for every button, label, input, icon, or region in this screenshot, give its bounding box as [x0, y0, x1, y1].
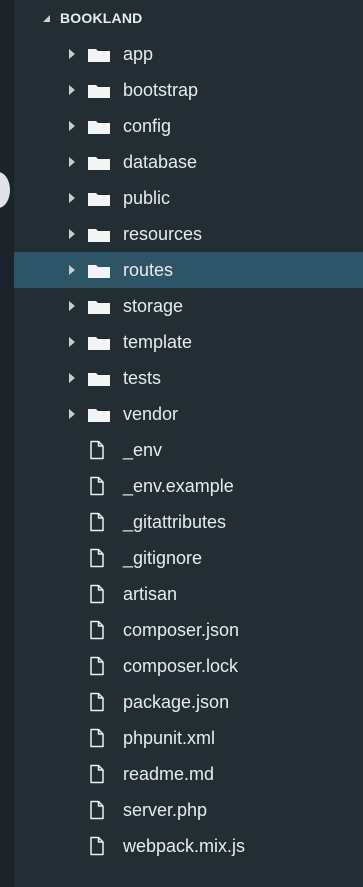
file-icon: [90, 476, 104, 496]
folder-label: public: [123, 188, 171, 208]
chevron-right-icon[interactable]: [69, 121, 75, 131]
folder-label: config: [123, 116, 172, 136]
chevron-right-icon[interactable]: [69, 337, 75, 347]
chevron-right-icon[interactable]: [69, 157, 75, 167]
file-row-artisan[interactable]: artisan: [14, 576, 363, 612]
file-label: composer.lock: [123, 656, 239, 676]
file-icon: [90, 800, 104, 820]
folder-row-resources[interactable]: resources: [14, 216, 363, 252]
file-icon: [90, 548, 104, 568]
file-label: package.json: [123, 692, 230, 712]
file-label: _gitattributes: [123, 512, 227, 532]
activity-bar-edge: [0, 0, 14, 887]
file-label: _env: [123, 440, 163, 460]
folder-label: vendor: [123, 404, 179, 424]
explorer-screen: BOOKLAND app bootstrap config database p…: [0, 0, 363, 887]
file-icon: [90, 656, 104, 676]
folder-icon: [88, 193, 110, 206]
folder-label: storage: [123, 296, 184, 316]
file-label: server.php: [123, 800, 208, 820]
file-icon: [90, 440, 104, 460]
folder-row-public[interactable]: public: [14, 180, 363, 216]
file-tree: app bootstrap config database public res…: [14, 36, 363, 864]
chevron-right-icon[interactable]: [69, 49, 75, 59]
folder-icon: [88, 49, 110, 62]
file-icon: [90, 692, 104, 712]
file-row-package-json[interactable]: package.json: [14, 684, 363, 720]
root-folder-label: BOOKLAND: [60, 10, 143, 26]
file-row-_env-example[interactable]: _env.example: [14, 468, 363, 504]
folder-row-app[interactable]: app: [14, 36, 363, 72]
folder-icon: [88, 121, 110, 134]
file-icon: [90, 620, 104, 640]
folder-row-database[interactable]: database: [14, 144, 363, 180]
chevron-right-icon[interactable]: [69, 301, 75, 311]
folder-icon: [88, 157, 110, 170]
chevron-right-icon[interactable]: [69, 85, 75, 95]
folder-label: resources: [123, 224, 203, 244]
file-icon: [90, 728, 104, 748]
folder-row-template[interactable]: template: [14, 324, 363, 360]
folder-label: bootstrap: [123, 80, 199, 100]
folder-row-tests[interactable]: tests: [14, 360, 363, 396]
file-icon: [90, 584, 104, 604]
chevron-right-icon[interactable]: [69, 193, 75, 203]
file-row-_env[interactable]: _env: [14, 432, 363, 468]
folder-row-config[interactable]: config: [14, 108, 363, 144]
file-label: composer.json: [123, 620, 240, 640]
file-label: _gitignore: [123, 548, 203, 568]
folder-label: tests: [123, 368, 162, 388]
file-row-composer-lock[interactable]: composer.lock: [14, 648, 363, 684]
folder-label: database: [123, 152, 198, 172]
folder-icon: [88, 229, 110, 242]
file-row-webpack-mix-js[interactable]: webpack.mix.js: [14, 828, 363, 864]
folder-row-bootstrap[interactable]: bootstrap: [14, 72, 363, 108]
file-icon: [90, 512, 104, 532]
file-row-readme-md[interactable]: readme.md: [14, 756, 363, 792]
file-icon: [90, 764, 104, 784]
file-label: readme.md: [123, 764, 215, 784]
file-row-_gitattributes[interactable]: _gitattributes: [14, 504, 363, 540]
chevron-right-icon[interactable]: [69, 373, 75, 383]
chevron-right-icon[interactable]: [69, 409, 75, 419]
folder-icon: [88, 301, 110, 314]
folder-icon: [88, 373, 110, 386]
folder-label: routes: [123, 260, 174, 280]
root-folder-row[interactable]: BOOKLAND: [14, 4, 363, 32]
folder-label: template: [123, 332, 193, 352]
folder-label: app: [123, 44, 154, 64]
file-label: phpunit.xml: [123, 728, 216, 748]
folder-row-routes[interactable]: routes: [14, 252, 363, 288]
folder-icon: [88, 409, 110, 422]
file-explorer: BOOKLAND app bootstrap config database p…: [14, 0, 363, 887]
file-icon: [90, 836, 104, 856]
file-label: webpack.mix.js: [123, 836, 246, 856]
chevron-right-icon[interactable]: [69, 265, 75, 275]
file-row-composer-json[interactable]: composer.json: [14, 612, 363, 648]
file-label: artisan: [123, 584, 178, 604]
folder-row-storage[interactable]: storage: [14, 288, 363, 324]
file-row-phpunit-xml[interactable]: phpunit.xml: [14, 720, 363, 756]
file-row-server-php[interactable]: server.php: [14, 792, 363, 828]
folder-icon: [88, 85, 110, 98]
chevron-down-icon[interactable]: [43, 14, 50, 22]
folder-icon: [88, 265, 110, 278]
chevron-right-icon[interactable]: [69, 229, 75, 239]
folder-row-vendor[interactable]: vendor: [14, 396, 363, 432]
file-label: _env.example: [123, 476, 234, 496]
folder-icon: [88, 337, 110, 350]
file-row-_gitignore[interactable]: _gitignore: [14, 540, 363, 576]
